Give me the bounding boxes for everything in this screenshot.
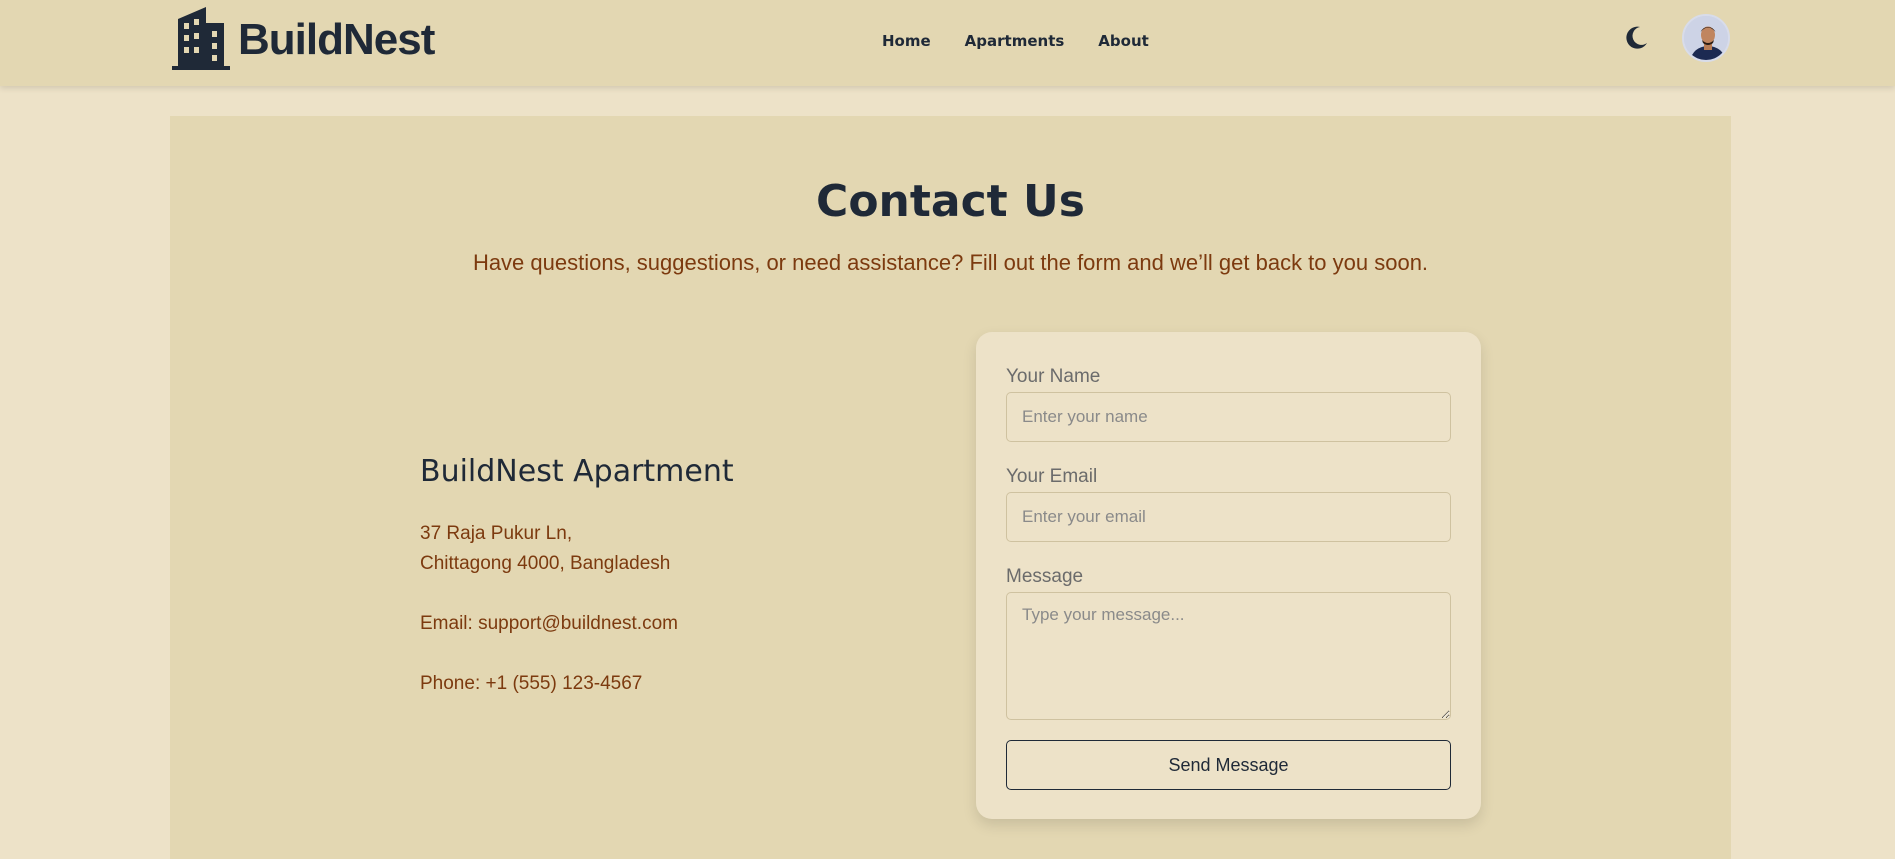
contact-email: Email: support@buildnest.com [420,613,678,634]
message-label: Message [1006,566,1084,587]
building-icon [172,5,230,75]
contact-phone: Phone: +1 (555) 123-4567 [420,673,643,694]
navbar: BuildNest Home Apartments About [0,0,1895,86]
send-message-button[interactable]: Send Message [1006,740,1451,790]
message-textarea[interactable] [1006,592,1451,720]
main-nav: Home Apartments About [870,26,1161,56]
email-label: Your Email [1006,466,1098,487]
address-line-1: 37 Raja Pukur Ln, [420,523,573,544]
page-subtitle: Have questions, suggestions, or need ass… [472,250,1429,275]
brand-logo[interactable]: BuildNest [172,5,435,75]
contact-info: BuildNest Apartment 37 Raja Pukur Ln, Ch… [420,454,920,699]
contact-form: Your Name Your Email Message Send Messag… [976,332,1481,819]
name-input[interactable] [1006,392,1451,442]
address-line-2: Chittagong 4000, Bangladesh [420,553,671,574]
avatar-icon [1684,16,1728,60]
brand-name: BuildNest [238,15,435,64]
company-name: BuildNest Apartment [420,454,734,489]
nav-link-apartments[interactable]: Apartments [953,26,1077,56]
contact-section: Contact Us Have questions, suggestions, … [170,116,1731,859]
user-avatar[interactable] [1682,14,1730,62]
nav-link-about[interactable]: About [1086,26,1161,56]
email-input[interactable] [1006,492,1451,542]
moon-icon [1623,25,1649,55]
page-title: Contact Us [816,176,1085,227]
name-label: Your Name [1006,366,1101,387]
theme-toggle-button[interactable] [1620,24,1652,56]
nav-link-home[interactable]: Home [870,26,943,56]
